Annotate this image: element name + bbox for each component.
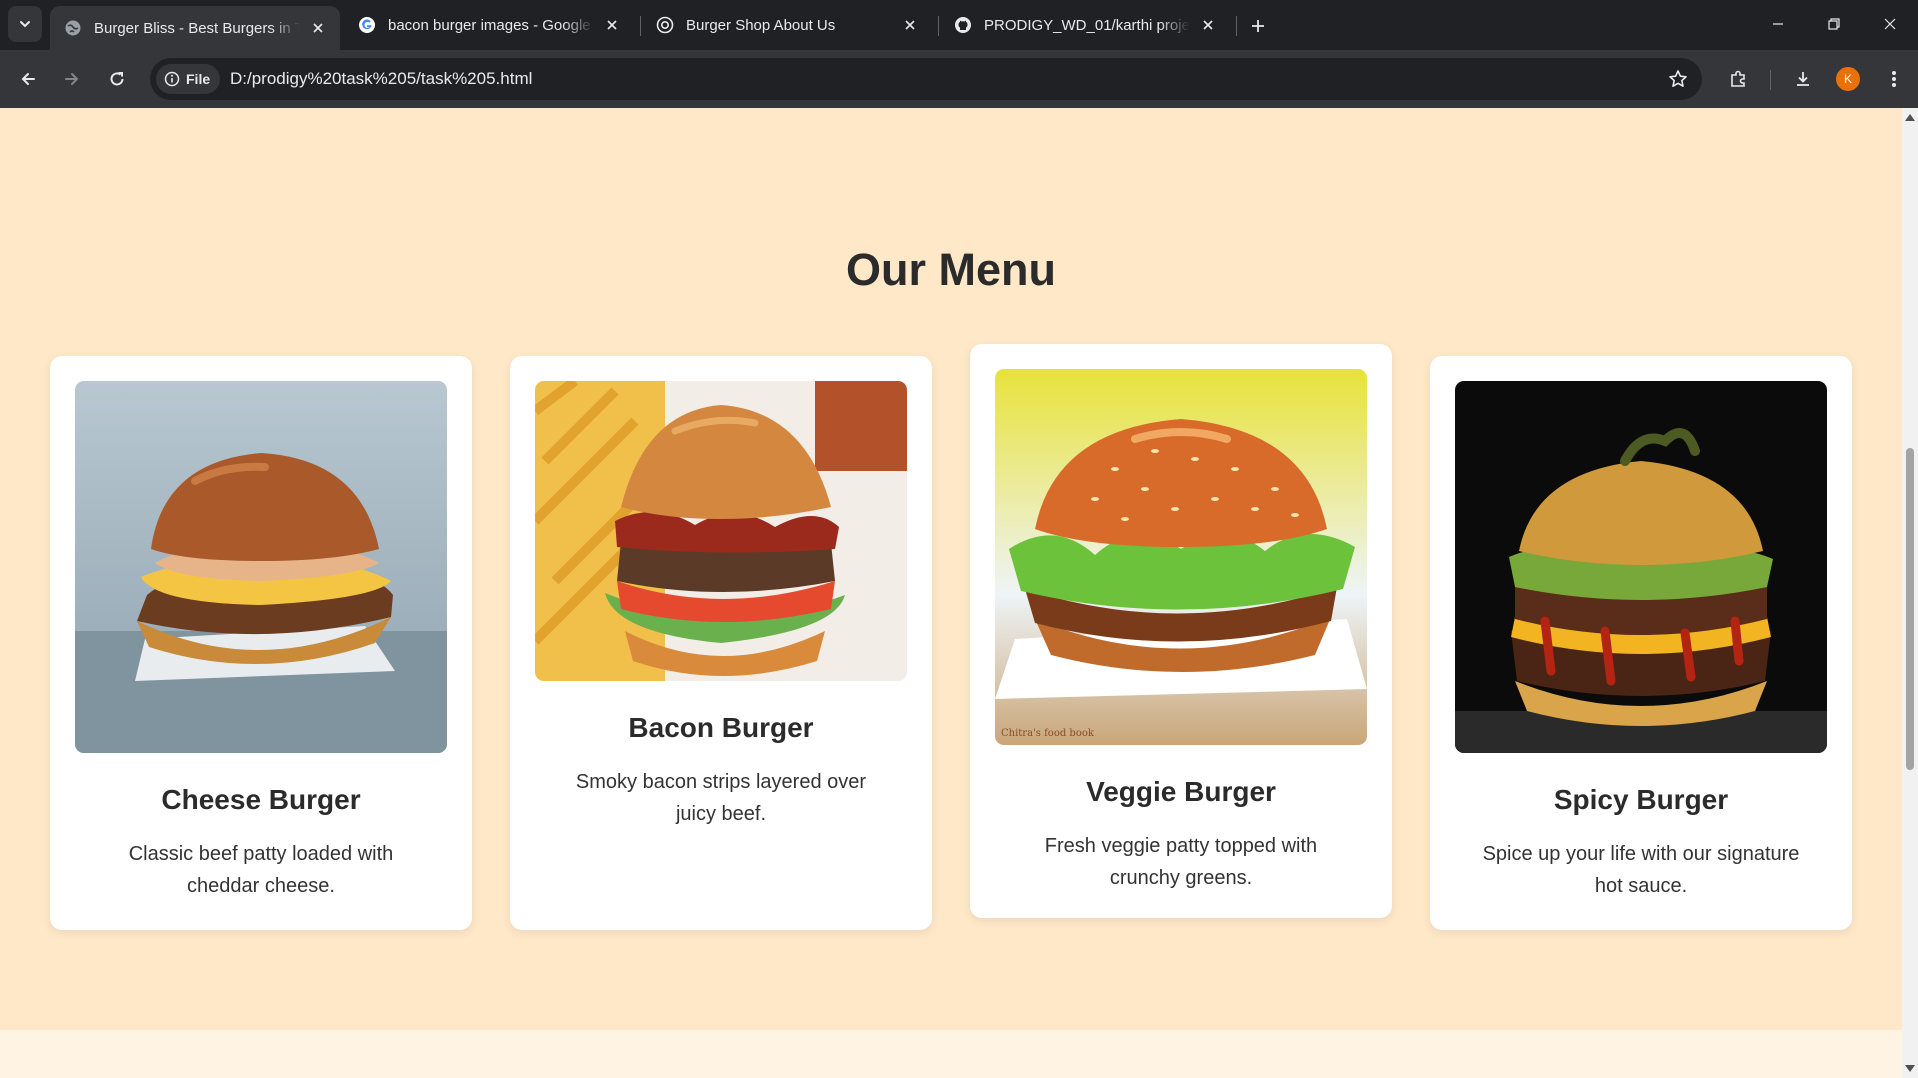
openai-icon — [656, 16, 674, 34]
close-icon — [1884, 18, 1896, 30]
site-chip-label: File — [186, 71, 211, 87]
reload-button[interactable] — [101, 63, 133, 95]
menu-item-description: Classic beef patty loaded with cheddar c… — [128, 843, 394, 897]
arrow-right-icon — [65, 73, 79, 85]
tab-github[interactable]: PRODIGY_WD_01/karthi project — [940, 6, 1230, 44]
bacon-burger-image — [535, 381, 907, 681]
extensions-button[interactable] — [1722, 63, 1754, 95]
menu-item-name: Spicy Burger — [1553, 784, 1729, 815]
site-info-chip[interactable]: File — [156, 64, 221, 94]
restore-icon — [1828, 18, 1840, 30]
close-tab-icon[interactable] — [308, 18, 328, 38]
minimize-button[interactable] — [1758, 8, 1798, 40]
close-window-button[interactable] — [1870, 8, 1910, 40]
menu-item-description: Fresh veggie patty topped with crunchy g… — [1044, 835, 1318, 889]
tab-title: PRODIGY_WD_01/karthi project — [984, 16, 1190, 34]
downloads-button[interactable] — [1787, 63, 1819, 95]
globe-icon — [64, 19, 82, 37]
reload-icon — [110, 72, 124, 86]
menu-button[interactable] — [1878, 63, 1910, 95]
menu-item-name: Bacon Burger — [628, 712, 814, 743]
menu-card-bacon-burger[interactable]: Bacon Burger Smoky bacon strips layered … — [510, 356, 932, 930]
menu-card-spicy-burger[interactable]: Spicy Burger Spice up your life with our… — [1430, 356, 1852, 930]
forward-button[interactable] — [56, 63, 88, 95]
chevron-down-icon — [20, 21, 30, 28]
spicy-burger-image — [1455, 381, 1827, 753]
browser-toolbar: File D:/prodigy%20task%205/task%205.html… — [0, 50, 1918, 108]
tab-title: Burger Bliss - Best Burgers in Town — [94, 19, 300, 37]
tab-separator — [938, 16, 939, 36]
menu-card-cheese-burger[interactable]: Cheese Burger Classic beef patty loaded … — [50, 356, 472, 930]
download-icon — [1797, 72, 1809, 86]
next-section — [0, 1030, 1902, 1078]
address-bar[interactable]: File D:/prodigy%20task%205/task%205.html — [150, 58, 1702, 100]
tab-title: Burger Shop About Us — [686, 16, 836, 34]
info-icon — [164, 71, 180, 87]
close-tab-icon[interactable] — [900, 15, 920, 35]
arrow-left-icon — [21, 73, 35, 85]
plus-icon — [1252, 20, 1264, 32]
bookmark-star-icon[interactable] — [1666, 67, 1690, 91]
menu-card-veggie-burger[interactable]: Chitra's food book Veggie Burger Fresh v… — [970, 344, 1392, 918]
back-button[interactable] — [12, 63, 44, 95]
new-tab-button[interactable] — [1244, 12, 1272, 40]
menu-item-description: Spice up your life with our signature ho… — [1482, 843, 1800, 897]
menu-item-name: Cheese Burger — [161, 784, 361, 815]
tab-separator — [640, 16, 641, 36]
image-watermark: Chitra's food book — [1001, 728, 1094, 739]
menu-item-name: Veggie Burger — [1086, 776, 1276, 807]
github-icon — [954, 16, 972, 34]
menu-item-description: Smoky bacon strips layered over juicy be… — [575, 771, 867, 825]
tab-separator — [1236, 16, 1237, 36]
veggie-burger-image: Chitra's food book — [995, 369, 1367, 745]
section-title: Our Menu — [846, 244, 1056, 295]
tab-about-us[interactable]: Burger Shop About Us — [642, 6, 932, 44]
page-scrollbar[interactable] — [1902, 108, 1918, 1078]
google-icon — [358, 16, 376, 34]
tab-title: bacon burger images - Google Search — [388, 16, 594, 34]
puzzle-icon — [1731, 70, 1745, 87]
more-vert-icon — [1892, 71, 1896, 87]
close-tab-icon[interactable] — [602, 15, 622, 35]
cheese-burger-image — [75, 381, 447, 753]
profile-avatar[interactable]: K — [1836, 67, 1860, 91]
tab-search-button[interactable] — [8, 6, 42, 42]
scroll-thumb[interactable] — [1906, 448, 1914, 770]
toolbar-divider — [1770, 70, 1771, 90]
page-viewport: Our Menu Cheese Burger Classic beef patt… — [0, 108, 1902, 1078]
close-tab-icon[interactable] — [1198, 15, 1218, 35]
url-text[interactable]: D:/prodigy%20task%205/task%205.html — [230, 69, 532, 89]
tab-strip: Burger Bliss - Best Burgers in Town baco… — [0, 0, 1918, 50]
scroll-up-arrow-icon[interactable] — [1905, 114, 1915, 121]
scroll-down-arrow-icon[interactable] — [1905, 1065, 1915, 1072]
tab-google-search[interactable]: bacon burger images - Google Search — [344, 6, 634, 44]
minimize-icon — [1773, 23, 1783, 25]
restore-button[interactable] — [1814, 8, 1854, 40]
tab-burger-bliss[interactable]: Burger Bliss - Best Burgers in Town — [50, 6, 340, 50]
